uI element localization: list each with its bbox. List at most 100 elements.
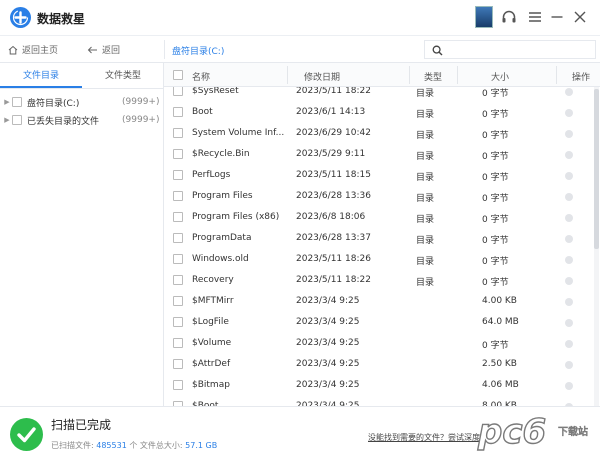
cell-size: 0 字节 — [482, 110, 509, 120]
column-header-date[interactable]: 修改日期 — [304, 70, 340, 83]
preview-dot-icon[interactable] — [565, 193, 573, 201]
table-row[interactable]: ProgramData 2023/6/28 13:37 目录 0 字节 — [164, 228, 600, 249]
cell-date: 2023/5/11 18:22 — [296, 86, 371, 96]
left-panel: 文件目录 文件类型 ▶ 盘符目录(C:) (9999+) ▶ 已丢失目录的文件 … — [0, 63, 164, 406]
cell-date: 2023/6/28 13:36 — [296, 191, 371, 201]
row-checkbox[interactable] — [173, 107, 183, 117]
row-checkbox[interactable] — [173, 149, 183, 159]
preview-dot-icon[interactable] — [565, 298, 573, 306]
cell-size: 2.50 KB — [482, 359, 517, 369]
home-button-label: 返回主页 — [22, 46, 59, 56]
search-box[interactable] — [424, 40, 596, 59]
cell-name: PerfLogs — [192, 170, 231, 180]
row-checkbox[interactable] — [173, 338, 183, 348]
table-row[interactable]: $Bitmap 2023/3/4 9:25 4.06 MB — [164, 375, 600, 396]
row-checkbox[interactable] — [173, 191, 183, 201]
menu-icon[interactable] — [526, 8, 544, 26]
preview-dot-icon[interactable] — [565, 382, 573, 390]
row-checkbox[interactable] — [173, 380, 183, 390]
home-button[interactable]: 返回主页 — [8, 43, 58, 56]
table-row[interactable]: Windows.old 2023/5/11 18:26 目录 0 字节 — [164, 249, 600, 270]
table-scrollbar[interactable] — [594, 87, 599, 406]
tab-file-type[interactable]: 文件类型 — [82, 68, 164, 86]
row-checkbox[interactable] — [173, 317, 183, 327]
cell-type: 目录 — [416, 131, 435, 141]
cell-date: 2023/5/11 18:26 — [296, 254, 371, 264]
row-checkbox[interactable] — [173, 233, 183, 243]
preview-dot-icon[interactable] — [565, 340, 573, 348]
preview-dot-icon[interactable] — [565, 319, 573, 327]
app-logo-icon — [10, 7, 31, 28]
row-checkbox[interactable] — [173, 170, 183, 180]
table-row[interactable]: Program Files (x86) 2023/6/8 18:06 目录 0 字节 — [164, 207, 600, 228]
preview-dot-icon[interactable] — [565, 151, 573, 159]
column-header-size[interactable]: 大小 — [491, 70, 509, 83]
file-table: 名称 修改日期 类型 大小 操作 $SysReset 2023/5/11 18:2… — [164, 63, 600, 406]
deep-scan-help-link[interactable]: 没能找到需要的文件？尝试深度 — [368, 432, 480, 443]
cell-name: $Volume — [192, 338, 232, 348]
headset-icon[interactable] — [500, 8, 518, 26]
column-header-name[interactable]: 名称 — [192, 70, 210, 83]
cell-name: Program Files — [192, 191, 253, 201]
preview-dot-icon[interactable] — [565, 214, 573, 222]
table-row[interactable]: PerfLogs 2023/5/11 18:15 目录 0 字节 — [164, 165, 600, 186]
cell-name: Recovery — [192, 275, 234, 285]
table-row[interactable]: $Volume 2023/3/4 9:25 0 字节 — [164, 333, 600, 354]
cell-name: $AttrDef — [192, 359, 231, 369]
row-checkbox[interactable] — [173, 296, 183, 306]
cell-type: 目录 — [416, 194, 435, 204]
table-row[interactable]: Program Files 2023/6/28 13:36 目录 0 字节 — [164, 186, 600, 207]
table-row[interactable]: $Boot 2023/3/4 9:25 8.00 KB — [164, 396, 600, 406]
tab-file-directory[interactable]: 文件目录 — [0, 68, 82, 88]
cell-size: 4.00 KB — [482, 296, 517, 306]
table-row[interactable]: $Recycle.Bin 2023/5/29 9:11 目录 0 字节 — [164, 144, 600, 165]
column-divider — [457, 66, 458, 84]
preview-dot-icon[interactable] — [565, 277, 573, 285]
avatar[interactable] — [475, 6, 493, 28]
table-row[interactable]: $MFTMirr 2023/3/4 9:25 4.00 KB — [164, 291, 600, 312]
preview-dot-icon[interactable] — [565, 88, 573, 96]
select-all-checkbox[interactable] — [173, 70, 183, 80]
row-checkbox[interactable] — [173, 86, 183, 96]
search-input[interactable] — [447, 43, 592, 57]
pc6-watermark-logo: pc6 下载站 — [476, 411, 588, 451]
path-breadcrumb[interactable]: 盘符目录(C:) — [164, 40, 420, 59]
expand-arrow-icon[interactable]: ▶ — [2, 116, 12, 124]
table-row[interactable]: Boot 2023/6/1 14:13 目录 0 字节 — [164, 102, 600, 123]
row-checkbox[interactable] — [173, 254, 183, 264]
preview-dot-icon[interactable] — [565, 130, 573, 138]
table-row[interactable]: $LogFile 2023/3/4 9:25 64.0 MB — [164, 312, 600, 333]
preview-dot-icon[interactable] — [565, 235, 573, 243]
preview-dot-icon[interactable] — [565, 256, 573, 264]
row-checkbox[interactable] — [173, 128, 183, 138]
cell-name: $SysReset — [192, 86, 239, 96]
back-button[interactable]: 返回 — [87, 43, 120, 56]
column-header-type[interactable]: 类型 — [424, 70, 442, 83]
total-size-value: 57.1 GB — [185, 441, 218, 450]
tree-checkbox[interactable] — [12, 97, 22, 107]
scanned-files-label: 已扫描文件: — [51, 441, 94, 450]
cell-date: 2023/6/1 14:13 — [296, 107, 366, 117]
preview-dot-icon[interactable] — [565, 172, 573, 180]
row-checkbox[interactable] — [173, 212, 183, 222]
scanned-files-count: 485531 — [96, 441, 127, 450]
table-row[interactable]: System Volume Inf... 2023/6/29 10:42 目录 0 字… — [164, 123, 600, 144]
path-text[interactable]: 盘符目录(C:) — [172, 44, 224, 57]
cell-size: 0 字节 — [482, 257, 509, 267]
cell-size: 0 字节 — [482, 194, 509, 204]
expand-arrow-icon[interactable]: ▶ — [2, 98, 12, 106]
table-row[interactable]: Recovery 2023/5/11 18:22 目录 0 字节 — [164, 270, 600, 291]
preview-dot-icon[interactable] — [565, 109, 573, 117]
cell-date: 2023/5/11 18:22 — [296, 275, 371, 285]
cell-name: $MFTMirr — [192, 296, 234, 306]
tree-checkbox[interactable] — [12, 115, 22, 125]
tree-item-drive-c[interactable]: ▶ 盘符目录(C:) (9999+) — [0, 93, 164, 111]
cell-date: 2023/5/11 18:15 — [296, 170, 371, 180]
tree-item-lost-files[interactable]: ▶ 已丢失目录的文件 (9999+) — [0, 111, 164, 129]
preview-dot-icon[interactable] — [565, 361, 573, 369]
minimize-icon[interactable] — [548, 8, 566, 26]
table-row[interactable]: $AttrDef 2023/3/4 9:25 2.50 KB — [164, 354, 600, 375]
row-checkbox[interactable] — [173, 275, 183, 285]
close-icon[interactable] — [571, 8, 589, 26]
row-checkbox[interactable] — [173, 359, 183, 369]
